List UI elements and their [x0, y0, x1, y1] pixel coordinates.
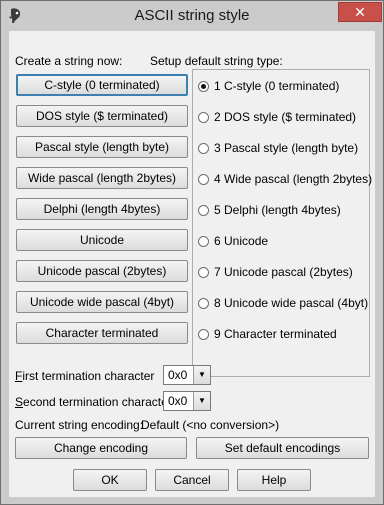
character-terminated-button[interactable]: Character terminated [16, 322, 188, 344]
radio-label: 7 Unicode pascal (2bytes) [214, 265, 353, 279]
first-termination-label-text: irst termination character [22, 369, 155, 383]
close-icon[interactable]: ✕ [338, 2, 382, 22]
second-termination-value: 0x0 [168, 394, 188, 408]
unicode-wide-pascal-button[interactable]: Unicode wide pascal (4byt) [16, 291, 188, 313]
chevron-down-icon[interactable]: ▼ [193, 392, 210, 410]
unicode-button[interactable]: Unicode [16, 229, 188, 251]
radio-label: 1 C-style (0 terminated) [214, 79, 340, 93]
radio-button[interactable] [198, 205, 209, 216]
second-termination-label-text: econd termination character [23, 395, 172, 409]
ok-button[interactable]: OK [73, 469, 147, 491]
radio-button[interactable] [198, 298, 209, 309]
radio-button[interactable] [198, 329, 209, 340]
change-encoding-button[interactable]: Change encoding [15, 437, 187, 459]
radio-label: 8 Unicode wide pascal (4byt) [214, 296, 369, 310]
second-termination-select[interactable]: 0x0 ▼ [163, 391, 211, 411]
radio-label: 6 Unicode [214, 234, 269, 248]
delphi-button[interactable]: Delphi (length 4bytes) [16, 198, 188, 220]
dos-style-button[interactable]: DOS style ($ terminated) [16, 105, 188, 127]
title-bar[interactable]: ASCII string style ✕ [1, 1, 383, 31]
cancel-button[interactable]: Cancel [155, 469, 229, 491]
create-string-heading: Create a string now: [15, 54, 123, 68]
radio-button[interactable] [198, 112, 209, 123]
pascal-style-button[interactable]: Pascal style (length byte) [16, 136, 188, 158]
radio-button[interactable] [198, 143, 209, 154]
radio-button[interactable] [198, 174, 209, 185]
wide-pascal-button[interactable]: Wide pascal (length 2bytes) [16, 167, 188, 189]
first-termination-select[interactable]: 0x0 ▼ [163, 365, 211, 385]
radio-selected-dot [201, 84, 206, 89]
default-type-group: 1 C-style (0 terminated) 2 DOS style ($ … [192, 69, 373, 377]
radio-button[interactable] [198, 267, 209, 278]
radio-label: 9 Character terminated [214, 327, 337, 341]
set-default-encodings-button[interactable]: Set default encodings [196, 437, 369, 459]
c-style-button[interactable]: C-style (0 terminated) [16, 74, 188, 96]
unicode-pascal-button[interactable]: Unicode pascal (2bytes) [16, 260, 188, 282]
encoding-label: Current string encoding: [15, 418, 144, 432]
first-termination-label: First termination character [15, 369, 154, 383]
radio-label: 5 Delphi (length 4bytes) [214, 203, 341, 217]
radio-button[interactable] [198, 236, 209, 247]
help-button[interactable]: Help [237, 469, 311, 491]
first-termination-value: 0x0 [168, 368, 188, 382]
radio-label: 4 Wide pascal (length 2bytes) [214, 172, 373, 186]
default-type-heading: Setup default string type: [150, 54, 283, 68]
chevron-down-icon[interactable]: ▼ [193, 366, 210, 384]
dialog-window: ASCII string style ✕ Create a string now… [0, 0, 384, 505]
radio-label: 2 DOS style ($ terminated) [214, 110, 357, 124]
dialog-body: Create a string now: Setup default strin… [9, 31, 375, 497]
window-title: ASCII string style [134, 7, 250, 24]
radio-label: 3 Pascal style (length byte) [214, 141, 359, 155]
second-termination-label: Second termination character [15, 395, 172, 409]
encoding-value: Default (<no conversion>) [141, 418, 280, 432]
radio-button[interactable] [198, 81, 209, 92]
second-termination-accesskey: S [15, 395, 24, 409]
